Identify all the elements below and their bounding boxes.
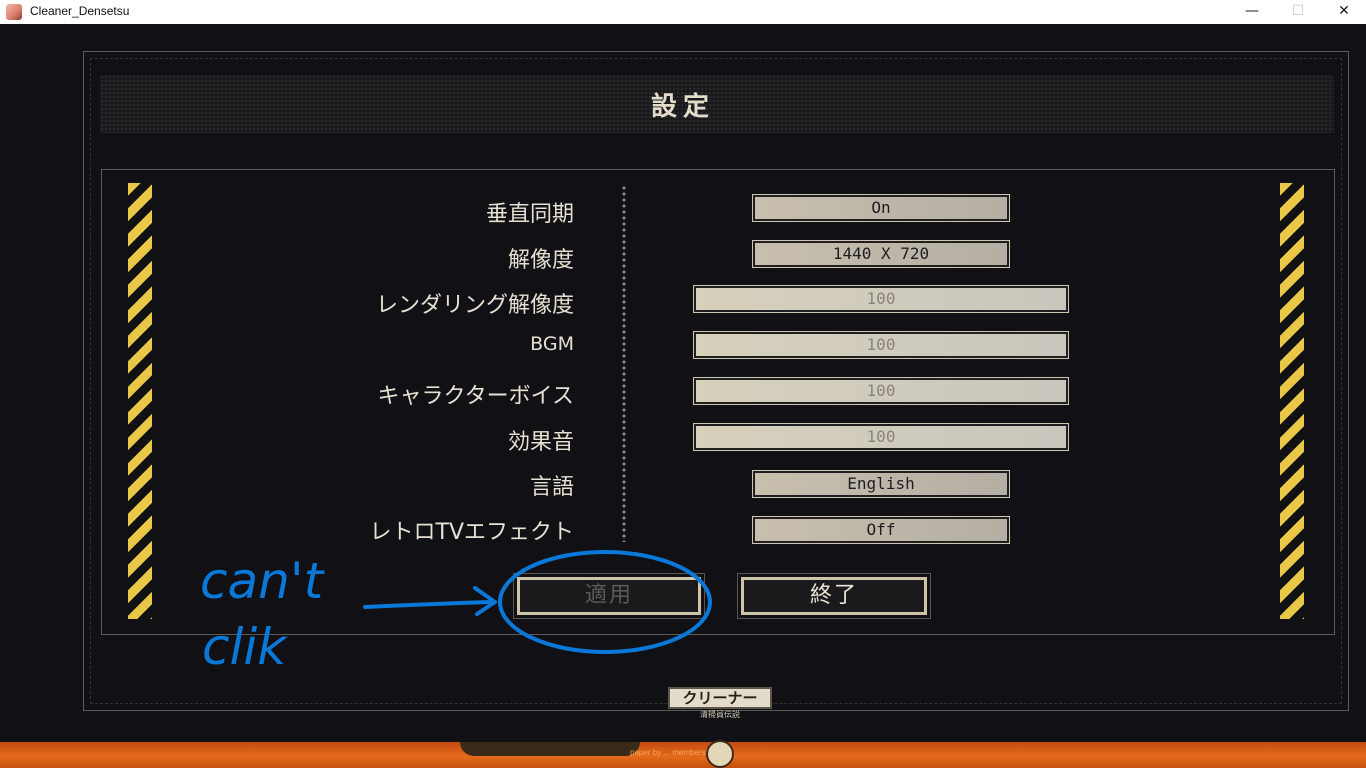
label-character-voice: キャラクターボイス: [377, 384, 574, 409]
label-resolution: 解像度: [507, 248, 574, 273]
minimize-button[interactable]: —: [1229, 0, 1275, 24]
background-art: [460, 742, 640, 756]
annotation-circle: [498, 550, 712, 654]
label-render-resolution: レンダリング解像度: [375, 293, 574, 318]
sound-effects-slider[interactable]: 100: [693, 423, 1069, 451]
window-title: Cleaner_Densetsu: [30, 4, 130, 18]
vsync-select[interactable]: On: [752, 194, 1010, 222]
game-logo-subtitle: 清掃員伝説: [700, 710, 740, 719]
annotation-text-line1: can't: [200, 552, 326, 610]
resolution-select[interactable]: 1440 X 720: [752, 240, 1010, 268]
settings-title: 設定: [650, 92, 715, 122]
game-logo: クリーナー: [668, 687, 772, 709]
background-credit: paper by ... membership: [630, 748, 717, 757]
close-button[interactable]: ✕: [1321, 0, 1366, 24]
label-bgm: BGM: [530, 333, 574, 355]
window-title-bar: Cleaner_Densetsu — ☐ ✕: [0, 0, 1366, 25]
background-emblem: [706, 740, 734, 768]
language-select[interactable]: English: [752, 470, 1010, 498]
annotation-text-line2: clik: [202, 618, 288, 676]
maximize-button[interactable]: ☐: [1275, 0, 1321, 24]
column-divider: [622, 185, 626, 542]
hazard-stripe-right: [1280, 183, 1304, 619]
handwritten-annotation: can't clik: [200, 550, 712, 676]
label-sound-effects: 効果音: [507, 430, 574, 455]
render-resolution-slider[interactable]: 100: [693, 285, 1069, 313]
character-voice-slider[interactable]: 100: [693, 377, 1069, 405]
label-vsync: 垂直同期: [485, 202, 574, 227]
exit-button[interactable]: 終了: [737, 573, 931, 619]
retro-tv-effect-select[interactable]: Off: [752, 516, 1010, 544]
bgm-slider[interactable]: 100: [693, 331, 1069, 359]
label-language: 言語: [529, 475, 574, 500]
hazard-stripe-left: [128, 183, 152, 619]
annotation-arrow: [363, 600, 492, 609]
app-icon: [6, 4, 22, 20]
